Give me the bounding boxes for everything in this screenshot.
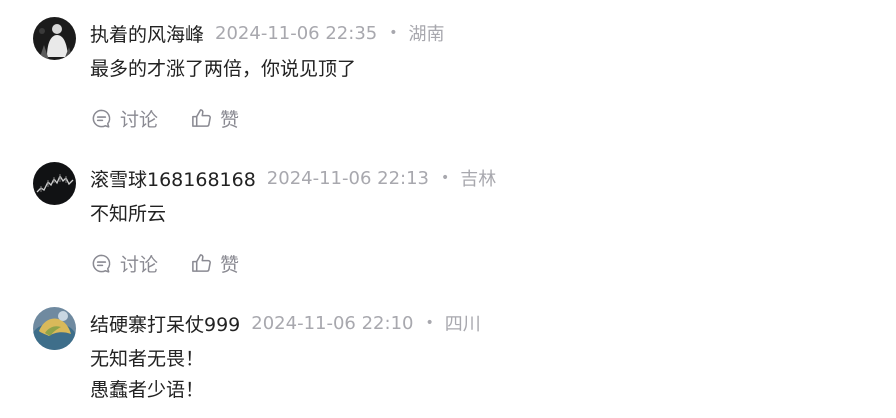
author-name[interactable]: 执着的风海峰 xyxy=(90,20,204,47)
comment-time: 2024-11-06 22:13 xyxy=(266,167,429,189)
comment-time: 2024-11-06 22:10 xyxy=(251,312,414,334)
like-label: 赞 xyxy=(220,253,240,276)
comment-text: 无知者无畏！ 愚蠢者少语！ xyxy=(90,344,204,406)
comment-text: 最多的才涨了两倍，你说见顶了 xyxy=(90,54,356,85)
author-name[interactable]: 滚雪球168168168 xyxy=(90,165,256,192)
comment-bubble-icon xyxy=(92,109,111,128)
comment-line: 无知者无畏！ xyxy=(90,348,205,370)
comment-region: 湖南 xyxy=(408,24,445,45)
avatar[interactable] xyxy=(33,17,76,60)
comment-meta: 执着的风海峰 2024-11-06 22:35 • 湖南 xyxy=(90,18,444,48)
discuss-button[interactable]: 讨论 xyxy=(90,105,158,132)
comment-line: 最多的才涨了两倍，你说见顶了 xyxy=(90,58,357,80)
separator-dot: • xyxy=(425,315,434,331)
like-label: 赞 xyxy=(220,108,240,131)
like-button[interactable]: 赞 xyxy=(190,250,239,277)
author-name[interactable]: 结硬寨打呆仗999 xyxy=(90,310,240,337)
separator-dot: • xyxy=(441,170,450,186)
comment-time: 2024-11-06 22:35 xyxy=(215,22,378,44)
avatar[interactable] xyxy=(33,307,76,350)
comment-line: 不知所云 xyxy=(90,203,167,225)
avatar-image xyxy=(33,17,76,60)
discuss-button[interactable]: 讨论 xyxy=(90,250,158,277)
comment-region: 吉林 xyxy=(460,169,497,190)
comment-item: 滚雪球168168168 2024-11-06 22:13 • 吉林 不知所云 … xyxy=(0,162,896,292)
comment-meta: 滚雪球168168168 2024-11-06 22:13 • 吉林 xyxy=(90,163,496,193)
thumbs-up-icon xyxy=(192,253,211,272)
comment-item: 结硬寨打呆仗999 2024-11-06 22:10 • 四川 无知者无畏！ 愚… xyxy=(0,307,896,418)
comment-region: 四川 xyxy=(444,314,481,335)
comment-bubble-icon xyxy=(92,254,111,273)
avatar-image xyxy=(33,162,76,205)
comment-list: 执着的风海峰 2024-11-06 22:35 • 湖南 最多的才涨了两倍，你说… xyxy=(0,0,896,418)
discuss-label: 讨论 xyxy=(120,108,159,131)
comment-meta: 结硬寨打呆仗999 2024-11-06 22:10 • 四川 xyxy=(90,308,481,338)
avatar-image xyxy=(33,307,76,350)
avatar[interactable] xyxy=(33,162,76,205)
comment-item: 执着的风海峰 2024-11-06 22:35 • 湖南 最多的才涨了两倍，你说… xyxy=(0,17,896,147)
separator-dot: • xyxy=(389,25,398,41)
comment-actions: 讨论 赞 xyxy=(90,104,239,132)
like-button[interactable]: 赞 xyxy=(190,105,239,132)
comment-line: 愚蠢者少语！ xyxy=(90,379,205,401)
discuss-label: 讨论 xyxy=(120,253,159,276)
comment-text: 不知所云 xyxy=(90,199,166,230)
comment-actions: 讨论 赞 xyxy=(90,249,239,277)
thumbs-up-icon xyxy=(192,108,211,127)
